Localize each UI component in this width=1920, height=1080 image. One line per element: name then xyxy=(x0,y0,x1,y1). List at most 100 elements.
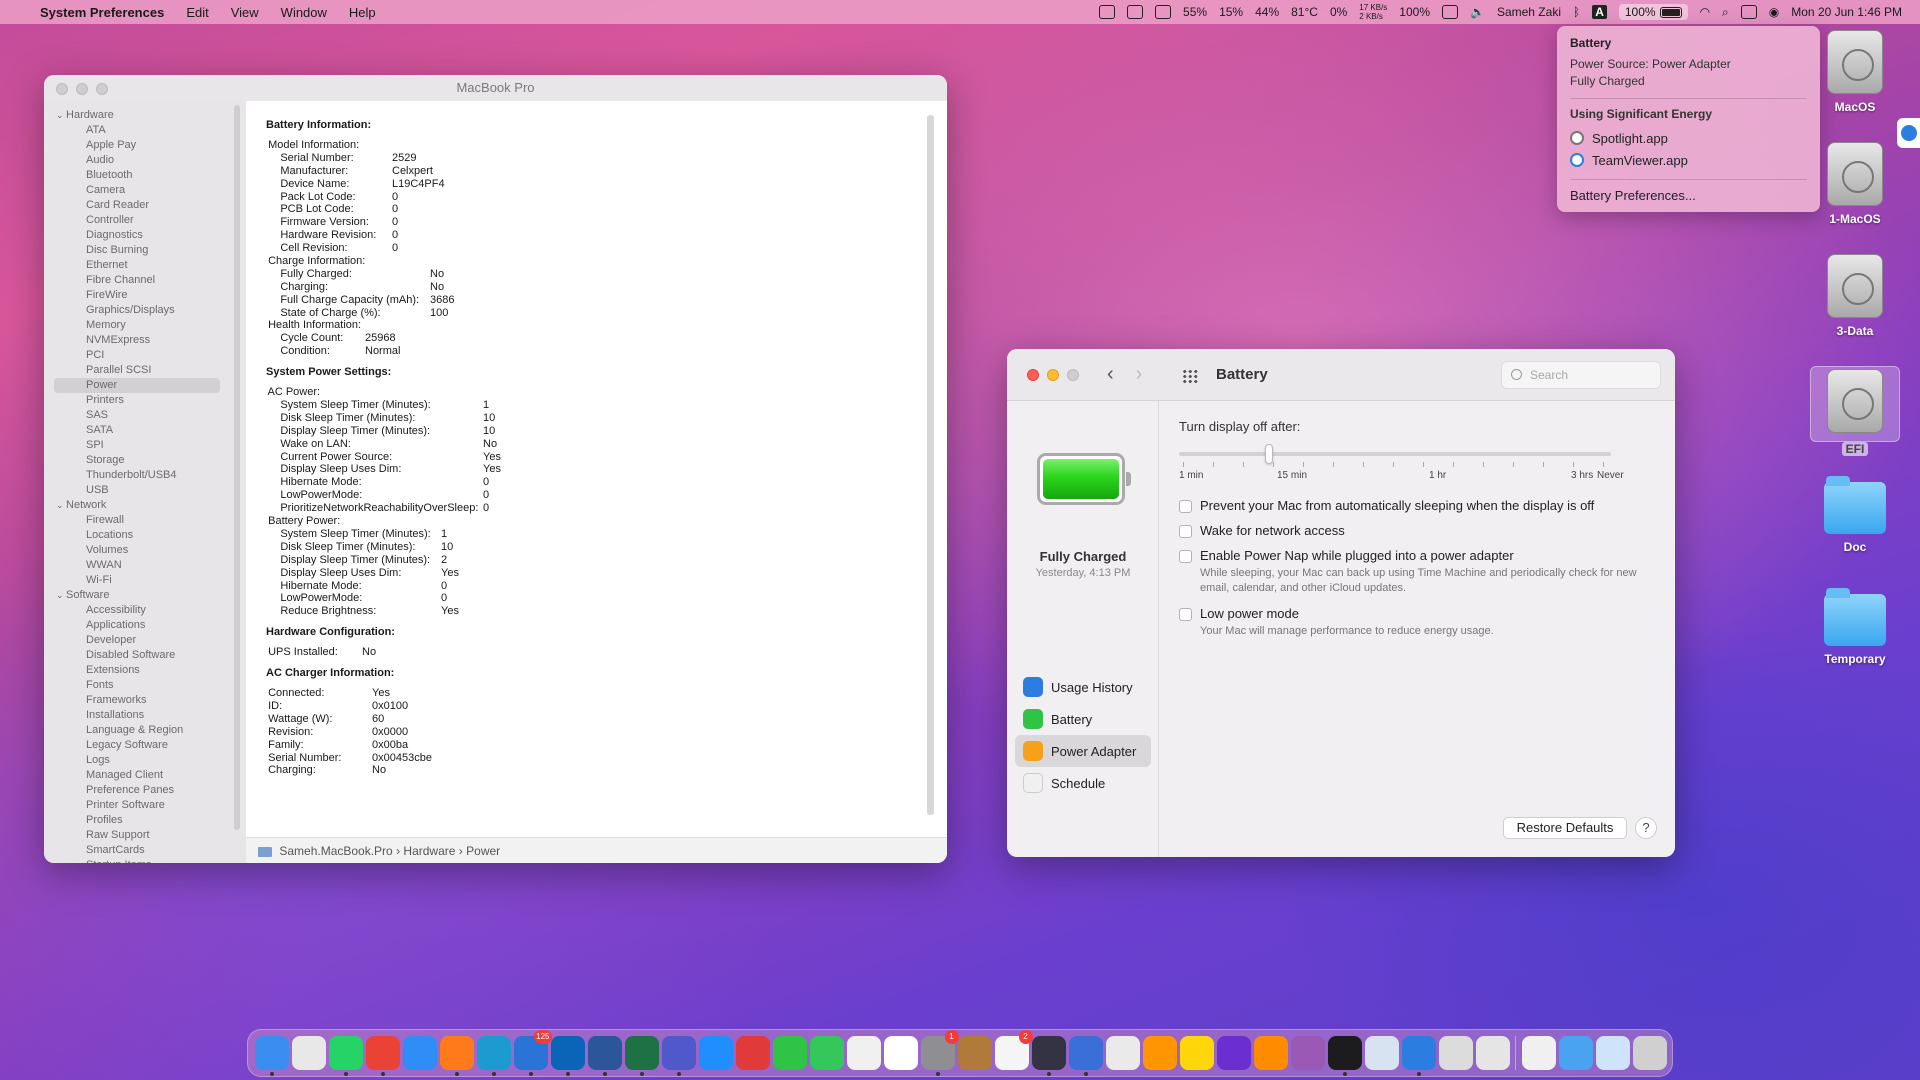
dock-app-icon[interactable] xyxy=(1595,1036,1630,1070)
dock-app-icon[interactable] xyxy=(698,1036,733,1070)
sidebar-item[interactable]: Locations xyxy=(44,528,246,543)
desktop-icon[interactable]: EFI xyxy=(1810,366,1900,456)
dock-app-icon[interactable] xyxy=(1068,1036,1103,1076)
dock-app-icon[interactable] xyxy=(291,1036,326,1070)
sidebar-item[interactable]: Thunderbolt/USB4 xyxy=(44,468,246,483)
dock-app-icon[interactable]: 1 xyxy=(920,1030,959,1076)
user-name[interactable]: Sameh Zaki xyxy=(1497,5,1561,19)
slider-knob[interactable] xyxy=(1265,444,1273,464)
dock-app-icon[interactable] xyxy=(1438,1036,1473,1070)
dock-app-icon[interactable] xyxy=(1401,1036,1436,1076)
sidebar-item[interactable]: Graphics/Displays xyxy=(44,303,246,318)
dock-app-icon[interactable] xyxy=(254,1036,289,1076)
sidebar-item[interactable]: Parallel SCSI xyxy=(44,363,246,378)
dock-app-icon[interactable] xyxy=(402,1036,437,1070)
dock-app-icon[interactable] xyxy=(1031,1036,1066,1076)
dock-app-icon[interactable] xyxy=(809,1036,844,1070)
sidebar-item[interactable]: Language & Region xyxy=(44,723,246,738)
desktop-icon[interactable]: Temporary xyxy=(1810,588,1900,666)
sidebar-item[interactable]: SmartCards xyxy=(44,843,246,858)
gpu-status[interactable]: 0% xyxy=(1330,5,1347,19)
option-row[interactable]: Wake for network access xyxy=(1179,523,1659,538)
alert-icon[interactable] xyxy=(1099,5,1116,19)
network-status[interactable]: 17 KB/s 2 KB/s xyxy=(1359,3,1387,21)
menu-edit[interactable]: Edit xyxy=(186,5,208,20)
energy-app-teamviewer[interactable]: TeamViewer.app xyxy=(1570,149,1807,171)
back-arrow-icon[interactable]: ‹ xyxy=(1107,363,1114,385)
zoom-button[interactable] xyxy=(1067,369,1079,381)
restore-defaults-button[interactable]: Restore Defaults xyxy=(1503,817,1627,839)
sidebar-item[interactable]: Preference Panes xyxy=(44,783,246,798)
sidebar-item[interactable]: Profiles xyxy=(44,813,246,828)
close-button[interactable] xyxy=(56,83,68,95)
temperature-status[interactable]: 81°C xyxy=(1291,5,1318,19)
sidebar-item[interactable]: PCI xyxy=(44,348,246,363)
option-row[interactable]: Prevent your Mac from automatically slee… xyxy=(1179,498,1659,513)
path-item[interactable]: Power xyxy=(466,844,500,858)
nav-item[interactable]: Battery xyxy=(1015,703,1151,735)
zoom-button[interactable] xyxy=(96,83,108,95)
sidebar-item[interactable]: Volumes xyxy=(44,543,246,558)
sidebar-item[interactable]: Wi-Fi xyxy=(44,573,246,588)
sidebar-item[interactable]: ATA xyxy=(44,123,246,138)
search-input[interactable]: Search xyxy=(1501,361,1661,389)
nav-item[interactable]: Power Adapter xyxy=(1015,735,1151,767)
sidebar-item[interactable]: Disc Burning xyxy=(44,243,246,258)
teamviewer-side-icon[interactable] xyxy=(1897,118,1920,148)
sidebar-item[interactable]: Extensions xyxy=(44,663,246,678)
option-row[interactable]: Low power mode xyxy=(1179,606,1659,621)
spotlight-icon[interactable]: ⌕ xyxy=(1722,5,1729,20)
memory-status[interactable]: 15% xyxy=(1219,5,1243,19)
sidebar-item[interactable]: Developer xyxy=(44,633,246,648)
nav-item[interactable]: Usage History xyxy=(1015,671,1151,703)
sidebar-item[interactable]: Audio xyxy=(44,153,246,168)
sidebar-item[interactable]: Storage xyxy=(44,453,246,468)
minimize-button[interactable] xyxy=(76,83,88,95)
scanner-icon[interactable] xyxy=(1155,5,1172,19)
slider-track[interactable] xyxy=(1179,452,1611,456)
dock-app-icon[interactable] xyxy=(550,1036,585,1076)
sidebar-item[interactable]: Logs xyxy=(44,753,246,768)
nav-item[interactable]: Schedule xyxy=(1015,767,1151,799)
dock-app-icon[interactable] xyxy=(1364,1036,1399,1070)
sidebar-item[interactable]: Camera xyxy=(44,183,246,198)
sidebar-item[interactable]: FireWire xyxy=(44,288,246,303)
dock-app-icon[interactable] xyxy=(587,1036,622,1076)
activity-icon[interactable] xyxy=(1442,5,1458,19)
sidebar-item[interactable]: Applications xyxy=(44,618,246,633)
sidebar-category[interactable]: Software xyxy=(44,588,246,603)
checkbox[interactable] xyxy=(1179,525,1192,538)
sidebar-category[interactable]: Hardware xyxy=(44,108,246,123)
sidebar-item[interactable]: Fibre Channel xyxy=(44,273,246,288)
dock-app-icon[interactable]: 2 xyxy=(994,1030,1033,1070)
sidebar-item[interactable]: USB xyxy=(44,483,246,498)
clock[interactable]: Mon 20 Jun 1:46 PM xyxy=(1791,5,1902,19)
sidebar-item[interactable]: Frameworks xyxy=(44,693,246,708)
sidebar-item[interactable]: Legacy Software xyxy=(44,738,246,753)
display-off-slider[interactable]: 1 min 15 min 1 hr 3 hrs Never xyxy=(1179,444,1624,481)
sidebar-item[interactable]: Card Reader xyxy=(44,198,246,213)
sidebar-item[interactable]: Power xyxy=(54,378,220,393)
dock-app-icon[interactable] xyxy=(1558,1036,1593,1070)
path-item[interactable]: Hardware xyxy=(403,844,455,858)
disk-status[interactable]: 44% xyxy=(1255,5,1279,19)
menu-app-name[interactable]: System Preferences xyxy=(40,5,164,20)
sidebar-item[interactable]: Startup Items xyxy=(44,858,246,863)
volume-icon[interactable]: 🔈 xyxy=(1470,5,1485,19)
sidebar-item[interactable]: Installations xyxy=(44,708,246,723)
dock-app-icon[interactable] xyxy=(1521,1036,1556,1070)
sidebar-item[interactable]: Managed Client xyxy=(44,768,246,783)
menu-help[interactable]: Help xyxy=(349,5,376,20)
sidebar-item[interactable]: NVMExpress xyxy=(44,333,246,348)
dock-app-icon[interactable] xyxy=(1142,1036,1177,1070)
sidebar-item[interactable]: SATA xyxy=(44,423,246,438)
dock-app-icon[interactable] xyxy=(735,1036,770,1070)
bluetooth-icon[interactable]: ᛒ xyxy=(1573,5,1580,19)
checkbox[interactable] xyxy=(1179,500,1192,513)
option-row[interactable]: Enable Power Nap while plugged into a po… xyxy=(1179,548,1659,563)
dock-app-icon[interactable] xyxy=(1475,1036,1510,1070)
forward-arrow-icon[interactable]: › xyxy=(1136,363,1143,385)
siri-icon[interactable]: ◉ xyxy=(1769,5,1779,19)
dock-app-icon[interactable] xyxy=(1253,1036,1288,1070)
sidebar-item[interactable]: Fonts xyxy=(44,678,246,693)
